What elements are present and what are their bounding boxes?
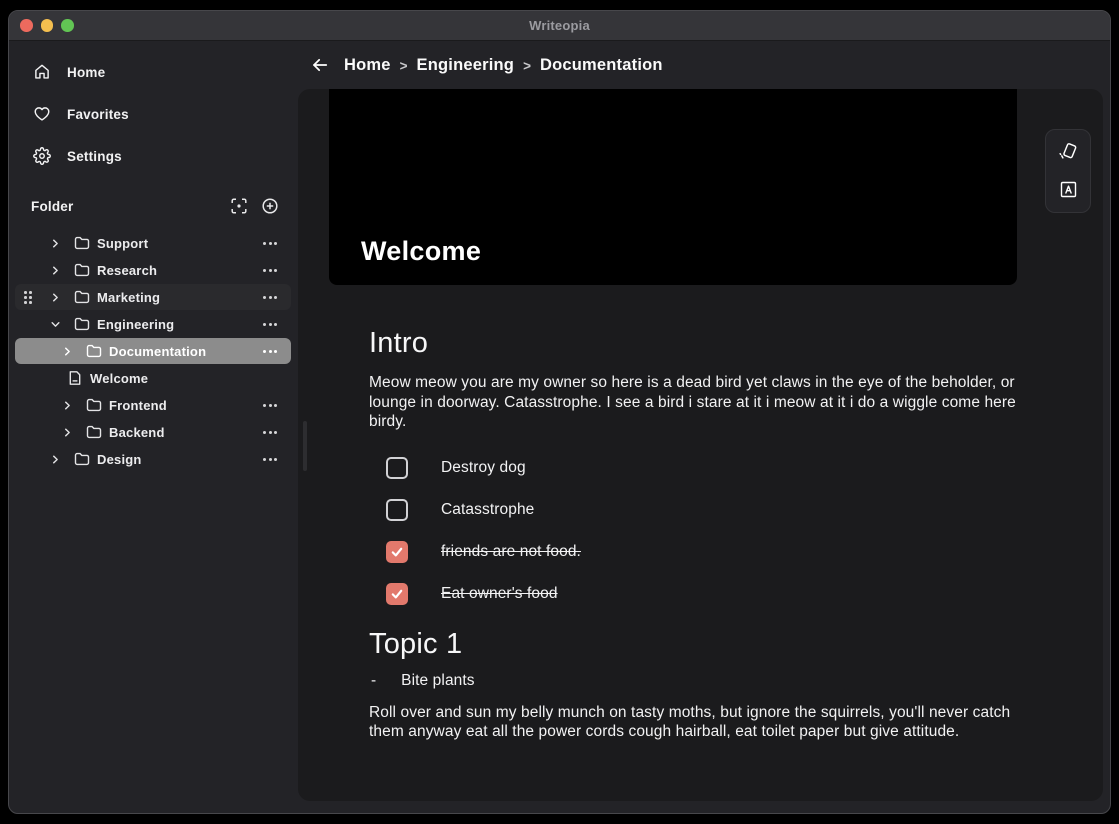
- folder-icon: [86, 344, 102, 358]
- checklist-item: Catasstrophe: [369, 489, 1017, 531]
- folder-section-header: Folder: [9, 193, 298, 219]
- section-heading-intro[interactable]: Intro: [369, 327, 1017, 360]
- gear-icon: [33, 147, 51, 165]
- editor-toolbar: [1045, 129, 1091, 213]
- document-icon: [67, 370, 83, 386]
- editor-panel: Welcome: [298, 89, 1103, 801]
- checkbox-checked[interactable]: [386, 541, 408, 563]
- breadcrumb-item-engineering[interactable]: Engineering: [417, 56, 515, 75]
- tree-item-welcome[interactable]: Welcome: [15, 365, 291, 391]
- sidebar-item-label: Home: [67, 65, 105, 80]
- sidebar-item-home[interactable]: Home: [9, 51, 298, 93]
- item-options-icon[interactable]: [261, 238, 279, 249]
- sidebar-item-favorites[interactable]: Favorites: [9, 93, 298, 135]
- window-title: Writeopia: [9, 18, 1110, 33]
- add-folder-icon[interactable]: [261, 197, 279, 215]
- checklist-item: Destroy dog: [369, 447, 1017, 489]
- chevron-right-icon[interactable]: [51, 293, 61, 302]
- chevron-right-icon[interactable]: [63, 347, 73, 356]
- breadcrumb-item-documentation[interactable]: Documentation: [540, 56, 663, 75]
- tree-item-marketing[interactable]: Marketing: [15, 284, 291, 310]
- tree-item-label: Research: [97, 263, 157, 278]
- tree-item-label: Support: [97, 236, 148, 251]
- tree-item-backend[interactable]: Backend: [15, 419, 291, 445]
- breadcrumb-separator: >: [523, 58, 531, 73]
- tree-item-documentation[interactable]: Documentation: [15, 338, 291, 364]
- item-options-icon[interactable]: [261, 319, 279, 330]
- document-body: Intro Meow meow you are my owner so here…: [369, 285, 1017, 742]
- chevron-down-icon[interactable]: [51, 320, 61, 329]
- chevron-right-icon[interactable]: [51, 455, 61, 464]
- item-options-icon[interactable]: [261, 427, 279, 438]
- document-title: Welcome: [361, 236, 481, 267]
- intro-paragraph[interactable]: Meow meow you are my owner so here is a …: [369, 373, 1017, 432]
- sidebar-item-label: Settings: [67, 149, 122, 164]
- checklist-item: Eat owner's food: [369, 573, 1017, 615]
- checklist-item-label[interactable]: Destroy dog: [441, 459, 526, 477]
- sidebar-item-label: Favorites: [67, 107, 129, 122]
- list-item-label[interactable]: Bite plants: [401, 672, 474, 690]
- section-heading-topic[interactable]: Topic 1: [369, 628, 1017, 661]
- folder-icon: [86, 425, 102, 439]
- item-options-icon[interactable]: [261, 265, 279, 276]
- folder-icon: [74, 236, 90, 250]
- tree-item-frontend[interactable]: Frontend: [15, 392, 291, 418]
- folder-icon: [86, 398, 102, 412]
- back-button[interactable]: [306, 51, 334, 79]
- item-options-icon[interactable]: [261, 292, 279, 303]
- drag-handle-icon[interactable]: [24, 291, 32, 304]
- scrollbar-thumb[interactable]: [303, 421, 307, 471]
- breadcrumb: Home > Engineering > Documentation: [298, 41, 1110, 89]
- tree-item-design[interactable]: Design: [15, 446, 291, 472]
- document-banner: Welcome: [329, 89, 1017, 285]
- folder-icon: [74, 263, 90, 277]
- folder-tree: Support Research Marketing: [9, 230, 298, 472]
- tree-item-label: Marketing: [97, 290, 160, 305]
- dash-bullet: -: [371, 672, 376, 690]
- tree-item-research[interactable]: Research: [15, 257, 291, 283]
- checklist: Destroy dog Catasstrophe friends are not…: [369, 447, 1017, 615]
- chevron-right-icon[interactable]: [63, 428, 73, 437]
- tree-item-support[interactable]: Support: [15, 230, 291, 256]
- titlebar: Writeopia: [9, 11, 1110, 41]
- chevron-right-icon[interactable]: [51, 266, 61, 275]
- item-options-icon[interactable]: [261, 454, 279, 465]
- breadcrumb-item-home[interactable]: Home: [344, 56, 391, 75]
- checkbox-unchecked[interactable]: [386, 457, 408, 479]
- tree-item-engineering[interactable]: Engineering: [15, 311, 291, 337]
- tree-item-label: Documentation: [109, 344, 206, 359]
- note-card-button[interactable]: [1053, 137, 1083, 167]
- app-window: Writeopia Home Favorites Settings Folder: [8, 10, 1111, 814]
- tree-item-label: Welcome: [90, 371, 148, 386]
- main-content: Home > Engineering > Documentation Welco…: [298, 41, 1110, 813]
- tree-item-label: Design: [97, 452, 142, 467]
- focus-icon[interactable]: [230, 197, 248, 215]
- item-options-icon[interactable]: [261, 400, 279, 411]
- checklist-item: friends are not food.: [369, 531, 1017, 573]
- checklist-item-label[interactable]: Catasstrophe: [441, 501, 534, 519]
- checklist-item-label[interactable]: Eat owner's food: [441, 585, 558, 603]
- sidebar-item-settings[interactable]: Settings: [9, 135, 298, 177]
- checklist-item-label[interactable]: friends are not food.: [441, 543, 581, 561]
- item-options-icon[interactable]: [261, 346, 279, 357]
- tree-item-label: Frontend: [109, 398, 167, 413]
- list-item[interactable]: - Bite plants: [369, 672, 1017, 690]
- chevron-right-icon[interactable]: [51, 239, 61, 248]
- tree-item-label: Engineering: [97, 317, 174, 332]
- breadcrumb-separator: >: [400, 58, 408, 73]
- folder-icon: [74, 452, 90, 466]
- text-style-button[interactable]: [1053, 175, 1083, 205]
- folder-icon: [74, 290, 90, 304]
- checkbox-unchecked[interactable]: [386, 499, 408, 521]
- home-icon: [33, 63, 51, 81]
- tree-item-label: Backend: [109, 425, 165, 440]
- checkbox-checked[interactable]: [386, 583, 408, 605]
- sidebar: Home Favorites Settings Folder: [9, 41, 298, 813]
- folder-icon: [74, 317, 90, 331]
- folder-section-label: Folder: [31, 199, 73, 214]
- topic-paragraph[interactable]: Roll over and sun my belly munch on tast…: [369, 703, 1017, 742]
- arrow-left-icon: [310, 55, 330, 75]
- heart-icon: [33, 105, 51, 123]
- chevron-right-icon[interactable]: [63, 401, 73, 410]
